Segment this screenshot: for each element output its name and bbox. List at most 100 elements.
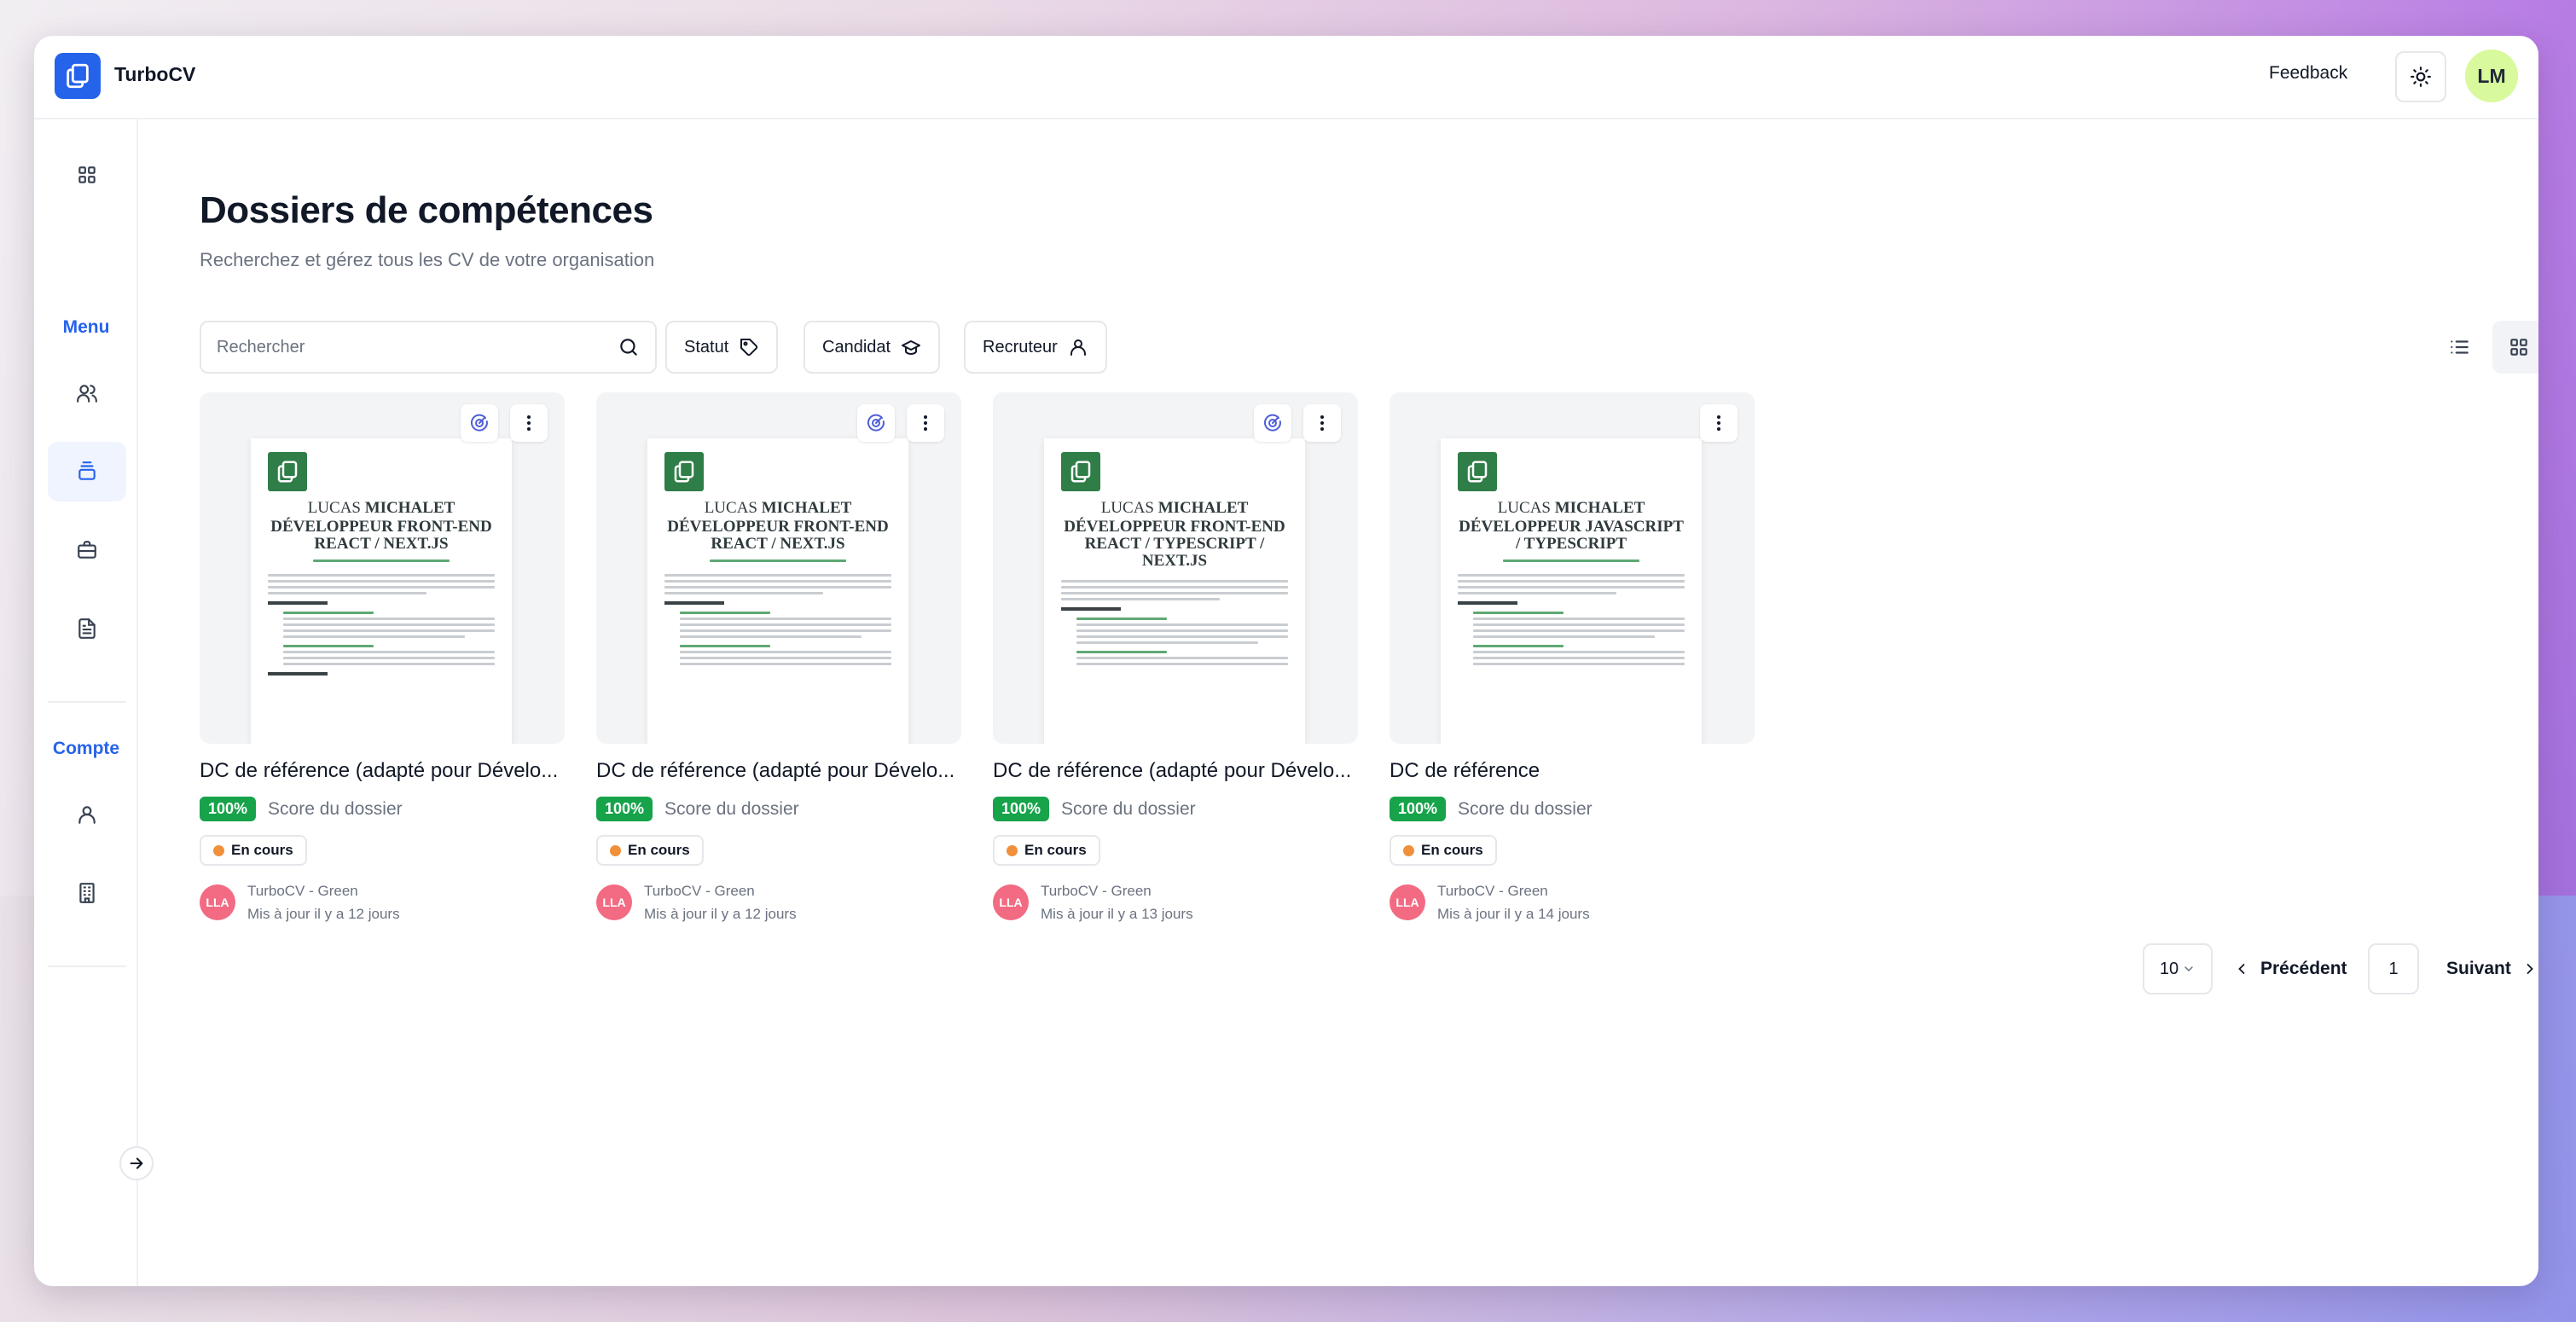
analyze-button[interactable]	[461, 404, 498, 442]
score-label: Score du dossier	[1458, 798, 1593, 819]
sidebar-expand-button[interactable]	[119, 1146, 154, 1180]
cv-title[interactable]: DC de référence (adapté pour Dévelo...	[596, 759, 961, 783]
search-box[interactable]	[200, 321, 657, 374]
brand-name[interactable]: TurboCV	[114, 63, 195, 86]
app-window: TurboCV Feedback LM Menu Compte Dossiers…	[34, 36, 2538, 1286]
dashboard-icon	[78, 166, 96, 183]
score-badge: 100%	[1390, 797, 1447, 821]
feedback-link[interactable]: Feedback	[2269, 63, 2347, 84]
cv-title[interactable]: DC de référence (adapté pour Dévelo...	[200, 759, 565, 783]
sidebar-item-documents[interactable]	[48, 599, 126, 658]
document-icon	[78, 618, 96, 639]
score-badge: 100%	[596, 797, 653, 821]
user-icon	[1070, 339, 1086, 356]
status-dot	[213, 844, 224, 856]
score-badge: 100%	[200, 797, 257, 821]
cv-title[interactable]: DC de référence (adapté pour Dévelo...	[993, 759, 1358, 783]
more-options-button[interactable]	[907, 404, 944, 442]
previous-page-button[interactable]: Précédent	[2233, 943, 2347, 994]
cv-title[interactable]: DC de référence	[1390, 759, 1755, 783]
sidebar-item-missions[interactable]	[48, 520, 126, 580]
current-page-button[interactable]: 1	[2368, 943, 2419, 994]
sidebar-item-dashboard[interactable]	[48, 145, 126, 205]
more-options-button[interactable]	[1700, 404, 1738, 442]
list-icon	[2451, 340, 2469, 354]
cv-name: LUCAS MICHALET	[1100, 499, 1249, 517]
filter-status-label: Statut	[684, 337, 729, 357]
sidebar-section-account: Compte	[52, 739, 120, 758]
grid-view-button[interactable]	[2492, 321, 2538, 374]
cv-role: DÉVELOPPEUR FRONT-END REACT / NEXT.JS	[667, 518, 889, 553]
sidebar-item-dossiers[interactable]	[48, 442, 126, 502]
cv-logo-icon	[1061, 452, 1100, 491]
briefcase-icon	[78, 541, 96, 559]
status-badge: En cours	[993, 835, 1100, 866]
status-dot	[610, 844, 621, 856]
owner-org: TurboCV - Green	[1041, 883, 1152, 899]
score-label: Score du dossier	[1061, 798, 1196, 819]
more-options-button[interactable]	[1303, 404, 1341, 442]
cv-card[interactable]: LUCAS MICHALET DÉVELOPPEUR FRONT-END REA…	[993, 392, 1358, 925]
analyze-button[interactable]	[1254, 404, 1291, 442]
more-options-button[interactable]	[510, 404, 548, 442]
radar-icon	[470, 414, 488, 432]
page-subtitle: Recherchez et gérez tous les CV de votre…	[200, 249, 655, 270]
status-dot	[1403, 844, 1414, 856]
top-bar: TurboCV Feedback LM	[34, 36, 2538, 119]
cv-role: DÉVELOPPEUR JAVASCRIPT / TYPESCRIPT	[1459, 518, 1684, 553]
filter-candidate-label: Candidat	[822, 337, 891, 357]
owner-org: TurboCV - Green	[644, 883, 755, 899]
more-vertical-icon	[1320, 415, 1324, 431]
sidebar-item-profile[interactable]	[48, 785, 126, 844]
owner-org: TurboCV - Green	[247, 883, 358, 899]
cv-preview[interactable]: LUCAS MICHALET DÉVELOPPEUR FRONT-END REA…	[596, 392, 961, 744]
cv-document-preview: LUCAS MICHALET DÉVELOPPEUR FRONT-END REA…	[647, 438, 908, 744]
analyze-button[interactable]	[857, 404, 895, 442]
updated-at: Mis à jour il y a 12 jours	[644, 906, 797, 922]
grid-icon	[2510, 339, 2527, 356]
list-view-button[interactable]	[2433, 321, 2486, 374]
filter-recruiter-button[interactable]: Recruteur	[964, 321, 1107, 374]
cv-card[interactable]: LUCAS MICHALET DÉVELOPPEUR FRONT-END REA…	[200, 392, 565, 925]
filter-status-button[interactable]: Statut	[665, 321, 779, 374]
theme-toggle-button[interactable]	[2395, 51, 2446, 102]
turbocv-logo-icon[interactable]	[55, 53, 101, 99]
cv-preview[interactable]: LUCAS MICHALET DÉVELOPPEUR FRONT-END REA…	[200, 392, 565, 744]
filter-recruiter-label: Recruteur	[983, 337, 1058, 357]
status-badge: En cours	[200, 835, 307, 866]
cv-logo-icon	[664, 452, 704, 491]
radar-icon	[1263, 414, 1281, 432]
cv-document-preview: LUCAS MICHALET DÉVELOPPEUR JAVASCRIPT / …	[1441, 438, 1702, 744]
page-title: Dossiers de compétences	[200, 189, 653, 231]
cv-card[interactable]: LUCAS MICHALET DÉVELOPPEUR FRONT-END REA…	[596, 392, 961, 925]
sidebar: Menu Compte	[34, 119, 138, 1286]
owner-avatar: LLA	[596, 884, 632, 920]
status-badge: En cours	[596, 835, 704, 866]
cv-preview[interactable]: LUCAS MICHALET DÉVELOPPEUR FRONT-END REA…	[993, 392, 1358, 744]
filter-candidate-button[interactable]: Candidat	[804, 321, 941, 374]
cv-logo-icon	[268, 452, 307, 491]
sidebar-item-users[interactable]	[48, 363, 126, 423]
per-page-select[interactable]: 10	[2143, 943, 2213, 994]
status-badge: En cours	[1390, 835, 1497, 866]
arrow-right-icon	[130, 1157, 143, 1169]
chevron-left-icon	[2238, 964, 2245, 974]
search-input[interactable]	[217, 337, 618, 357]
radar-icon	[867, 414, 885, 432]
cv-logo-icon	[1458, 452, 1497, 491]
next-page-button[interactable]: Suivant	[2446, 943, 2538, 994]
sidebar-item-organization[interactable]	[48, 863, 126, 923]
sidebar-divider	[48, 701, 126, 703]
search-icon[interactable]	[618, 336, 640, 358]
cv-preview[interactable]: LUCAS MICHALET DÉVELOPPEUR JAVASCRIPT / …	[1390, 392, 1755, 744]
cv-name: LUCAS MICHALET	[307, 499, 455, 517]
updated-at: Mis à jour il y a 13 jours	[1041, 906, 1193, 922]
cv-card[interactable]: LUCAS MICHALET DÉVELOPPEUR JAVASCRIPT / …	[1390, 392, 1755, 925]
sidebar-section-menu: Menu	[62, 317, 110, 337]
more-vertical-icon	[924, 415, 927, 431]
more-vertical-icon	[527, 415, 531, 431]
per-page-value: 10	[2159, 959, 2179, 978]
user-avatar[interactable]: LM	[2465, 49, 2518, 102]
cv-document-preview: LUCAS MICHALET DÉVELOPPEUR FRONT-END REA…	[1044, 438, 1305, 744]
graduation-cap-icon	[902, 340, 921, 355]
